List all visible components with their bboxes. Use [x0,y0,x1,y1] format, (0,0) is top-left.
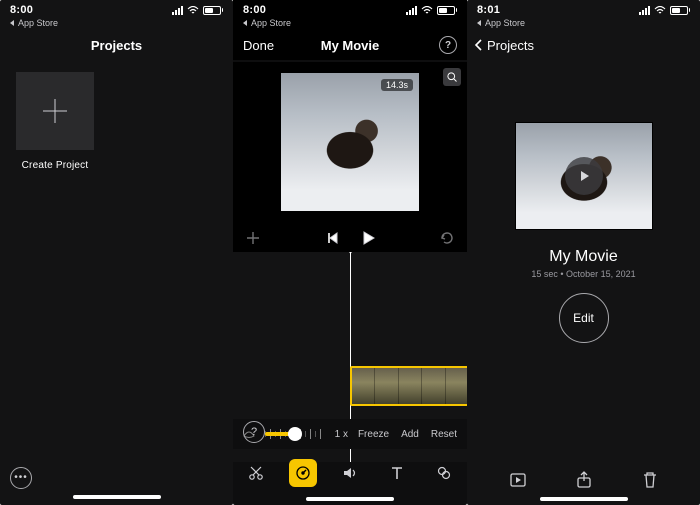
detail-actions [509,471,659,489]
wifi-icon [421,6,433,15]
trash-icon[interactable] [641,471,659,489]
playback-controls [233,222,467,252]
add-button[interactable]: Add [401,429,419,440]
text-icon [389,465,405,481]
project-title: My Movie [467,248,700,266]
reset-button[interactable]: Reset [431,429,457,440]
battery-icon [437,6,458,15]
project-subtitle: 15 sec • October 15, 2021 [467,269,700,279]
speaker-icon [342,465,358,481]
project-detail-screen: 8:01 App Store Projects My Movie 15 sec … [467,0,700,505]
editor-nav: Done My Movie ? [233,30,467,60]
video-thumbnail [281,73,419,211]
speed-value: 1 x [335,429,348,440]
movie-title: My Movie [321,38,380,53]
project-thumbnail[interactable] [515,122,653,230]
editor-help-button[interactable]: ? [243,421,265,443]
status-indicators [406,5,458,15]
tool-audio[interactable] [336,459,364,487]
status-time: 8:00 [10,4,33,16]
status-time: 8:01 [477,4,500,16]
play-button[interactable] [360,230,376,246]
create-project-tile[interactable] [16,72,94,150]
projects-screen: 8:00 App Store Projects Create Project •… [0,0,233,505]
battery-icon [670,6,691,15]
cellular-icon [172,5,183,15]
create-project-label: Create Project [16,160,94,171]
slider-knob[interactable] [288,427,302,441]
play-rect-icon[interactable] [509,471,527,489]
edit-button[interactable]: Edit [559,293,609,343]
done-button[interactable]: Done [243,38,274,53]
help-button[interactable]: ? [439,36,457,54]
wifi-icon [654,6,666,15]
timeline-clip[interactable] [350,366,467,406]
home-indicator[interactable] [73,495,161,499]
home-indicator[interactable] [540,497,628,501]
back-to-appstore[interactable]: App Store [0,18,233,30]
play-icon [576,168,592,184]
wifi-icon [187,6,199,15]
chevron-left-icon [473,39,485,51]
back-to-appstore[interactable]: App Store [233,18,467,30]
undo-button[interactable] [439,230,455,246]
status-indicators [639,5,691,15]
add-media-button[interactable] [245,230,261,246]
cellular-icon [639,5,650,15]
tool-filter[interactable] [430,459,458,487]
freeze-button[interactable]: Freeze [358,429,389,440]
circles-icon [436,465,452,481]
editor-toolbar [233,449,467,505]
nav-bar: Projects [0,30,233,60]
preview-viewport: 14.3s [233,62,467,222]
plus-icon [40,96,70,126]
magnifier-icon [446,71,458,83]
gauge-icon [295,465,311,481]
speed-slider[interactable] [265,425,325,443]
more-button[interactable]: ••• [10,467,32,489]
speed-control: 1 x Freeze Add Reset [233,419,467,449]
nav-title: Projects [91,38,142,53]
status-time: 8:00 [243,4,266,16]
tool-cut[interactable] [242,459,270,487]
battery-icon [203,6,224,15]
status-bar: 8:01 [467,0,700,18]
zoom-button[interactable] [443,68,461,86]
scissors-icon [248,465,264,481]
status-indicators [172,5,224,15]
tool-speed[interactable] [289,459,317,487]
back-to-appstore[interactable]: App Store [467,18,700,30]
cellular-icon [406,5,417,15]
ellipsis-icon: ••• [14,473,28,483]
back-label: Projects [487,38,534,53]
preview-frame[interactable]: 14.3s [281,73,419,211]
status-bar: 8:00 [0,0,233,18]
play-button[interactable] [565,157,603,195]
back-to-projects[interactable]: Projects [467,30,700,60]
skip-start-button[interactable] [324,230,340,246]
editor-screen: 8:00 App Store Done My Movie ? 14.3s [233,0,467,505]
clip-duration-badge: 14.3s [381,79,413,91]
caret-left-icon [243,20,249,26]
tool-title[interactable] [383,459,411,487]
caret-left-icon [10,20,16,26]
status-bar: 8:00 [233,0,467,18]
home-indicator[interactable] [306,497,394,501]
share-icon[interactable] [575,471,593,489]
caret-left-icon [477,20,483,26]
